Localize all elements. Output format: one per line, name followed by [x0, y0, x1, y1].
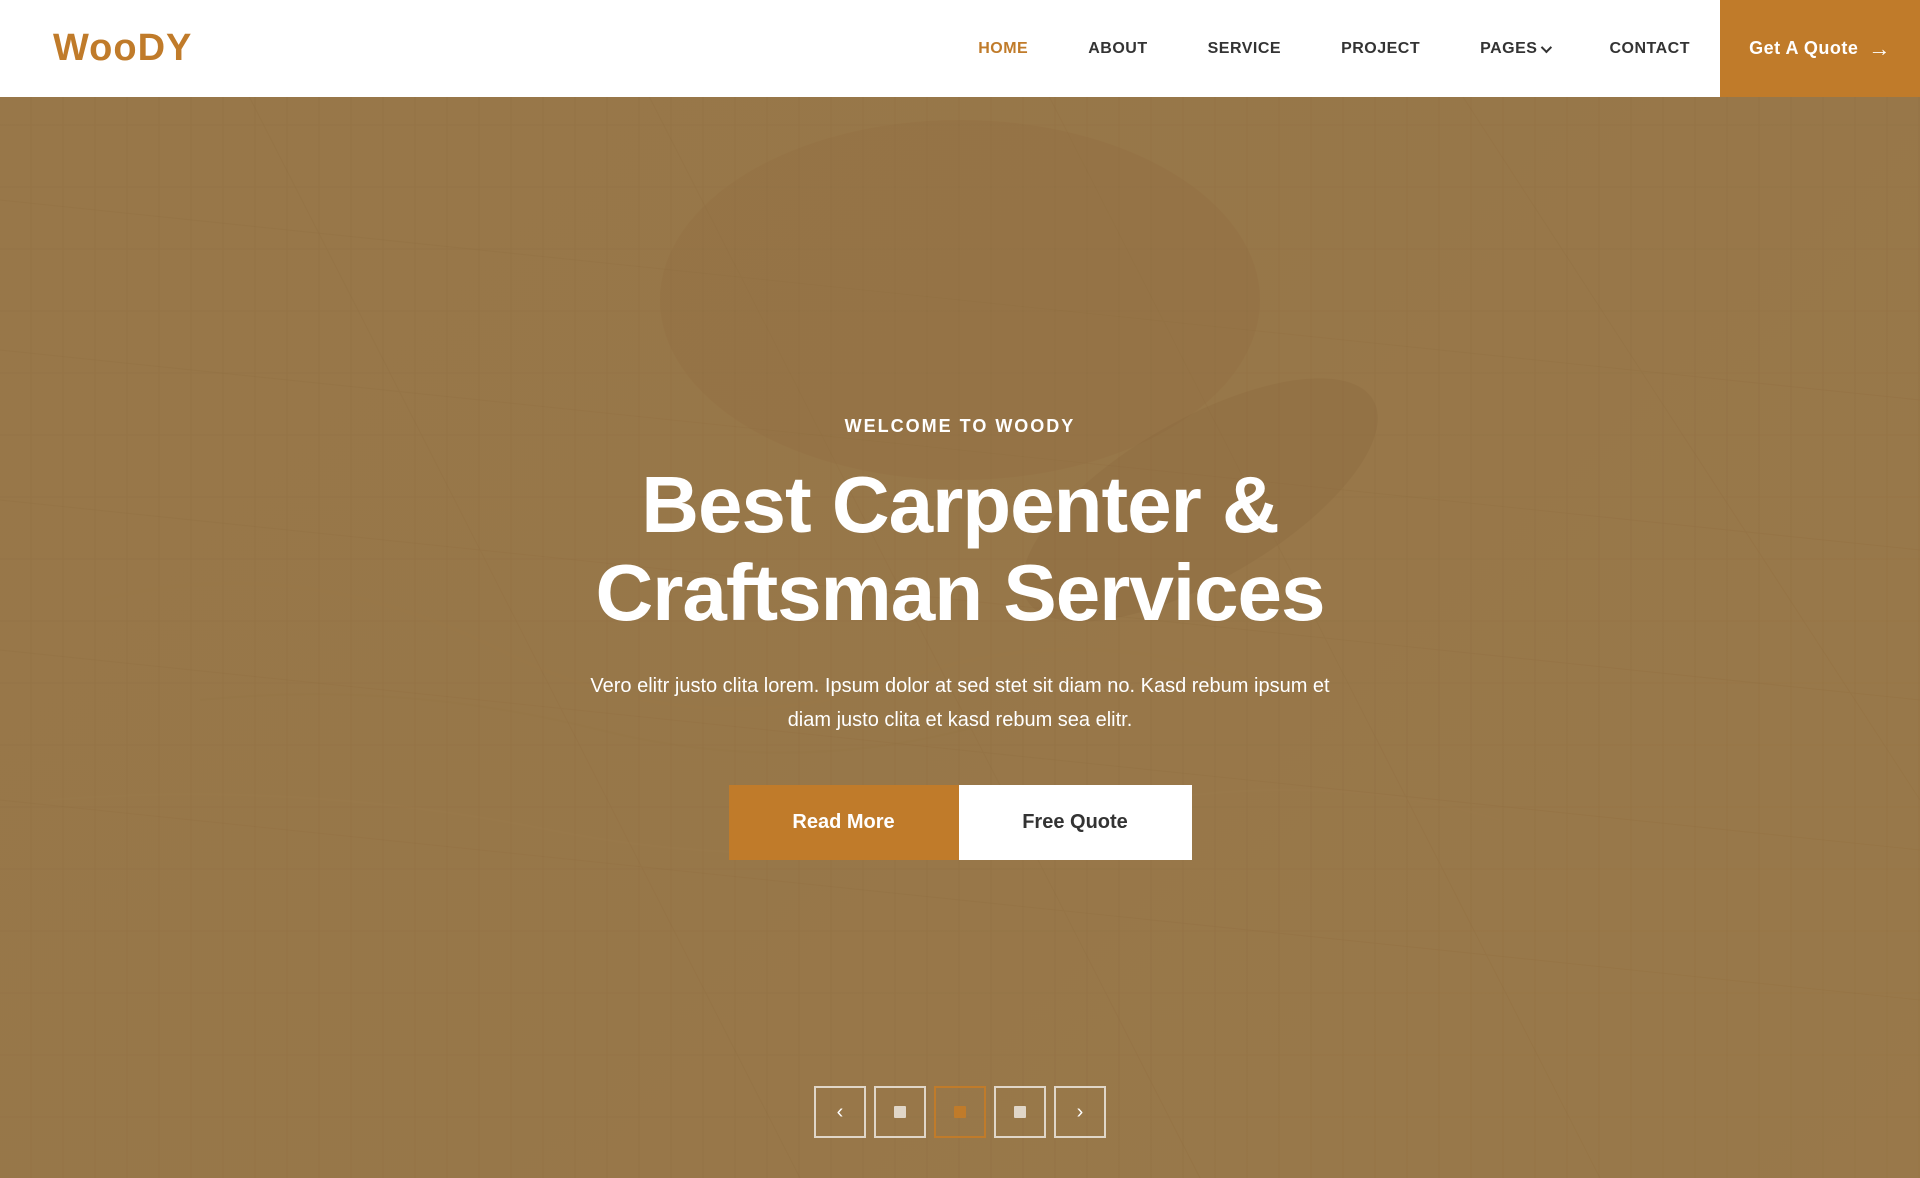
dot-inner-2 — [954, 1106, 966, 1118]
nav-item-service[interactable]: SERVICE — [1178, 40, 1311, 58]
slider-dot-2[interactable] — [934, 1086, 986, 1138]
dot-inner-3 — [1014, 1106, 1026, 1118]
arrow-right-icon: → — [1868, 36, 1891, 62]
dot-inner-1 — [894, 1106, 906, 1118]
slider-controls: ‹ › — [814, 1086, 1106, 1138]
nav-item-contact[interactable]: CONTACT — [1579, 40, 1720, 58]
slider-dot-1[interactable] — [874, 1086, 926, 1138]
brand-logo[interactable]: WooDY — [0, 27, 192, 70]
cta-label: Get A Quote — [1749, 38, 1858, 59]
nav-item-about[interactable]: ABOUT — [1058, 40, 1177, 58]
hero-section: WELCOME TO WOODY Best Carpenter & Crafts… — [0, 0, 1920, 1178]
free-quote-button[interactable]: Free Quote — [959, 785, 1192, 860]
hero-subtitle: WELCOME TO WOODY — [845, 416, 1076, 437]
slider-dot-3[interactable] — [994, 1086, 1046, 1138]
read-more-button[interactable]: Read More — [729, 785, 959, 860]
nav-item-project[interactable]: PROJECT — [1311, 40, 1450, 58]
nav-item-pages[interactable]: PAGES — [1450, 40, 1579, 58]
nav-menu: HOME ABOUT SERVICE PROJECT PAGES CONTACT… — [948, 0, 1920, 97]
hero-title: Best Carpenter & Craftsman Services — [510, 461, 1410, 637]
chevron-down-icon — [1541, 40, 1549, 58]
hero-content: WELCOME TO WOODY Best Carpenter & Crafts… — [510, 319, 1410, 860]
slider-next-button[interactable]: › — [1054, 1086, 1106, 1138]
hero-buttons: Read More Free Quote — [729, 785, 1192, 860]
slider-dots — [874, 1086, 1046, 1138]
get-quote-button[interactable]: Get A Quote → — [1720, 0, 1920, 97]
slider-prev-button[interactable]: ‹ — [814, 1086, 866, 1138]
nav-item-home[interactable]: HOME — [948, 40, 1058, 58]
pages-label: PAGES — [1480, 40, 1537, 58]
hero-description: Vero elitr justo clita lorem. Ipsum dolo… — [570, 669, 1350, 737]
navbar: WooDY HOME ABOUT SERVICE PROJECT PAGES C… — [0, 0, 1920, 97]
